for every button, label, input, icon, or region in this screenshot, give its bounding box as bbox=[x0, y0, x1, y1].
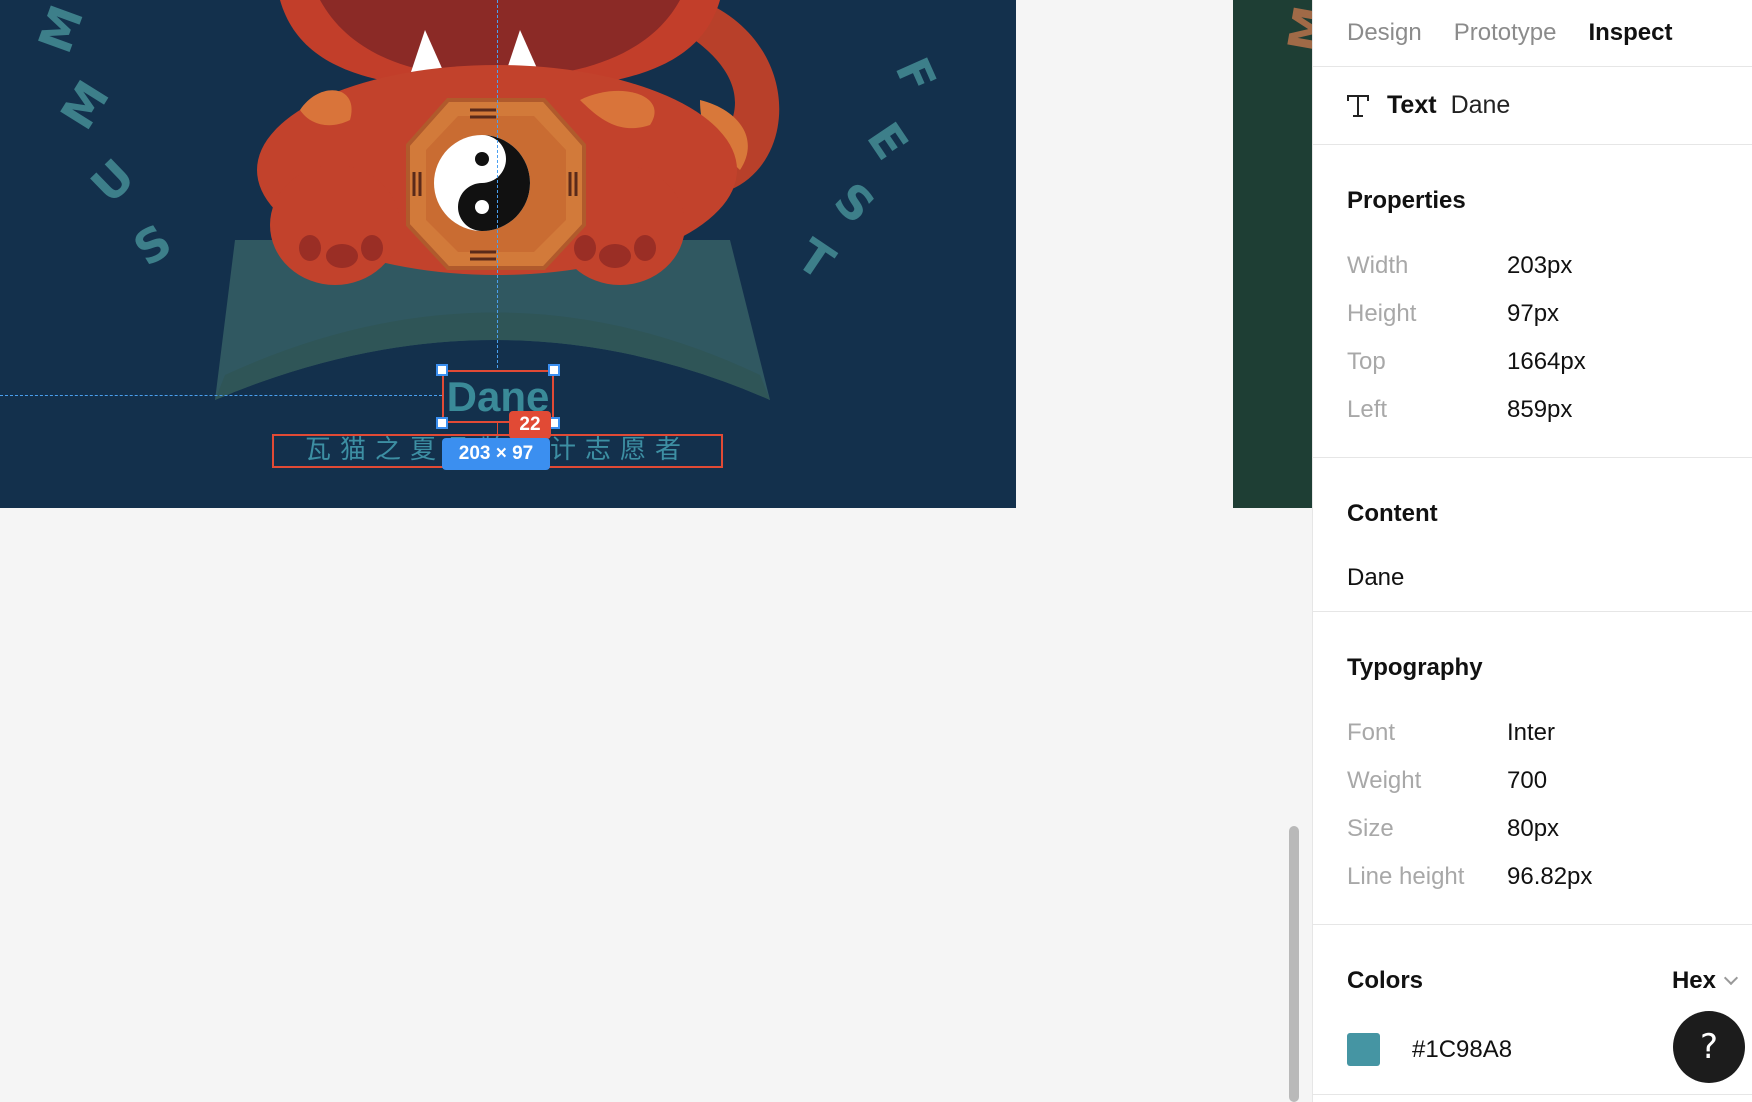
property-value[interactable]: 859px bbox=[1507, 396, 1572, 424]
typography-section: Typography Font Inter Weight 700 Size 80… bbox=[1313, 612, 1752, 925]
property-row: Weight 700 bbox=[1347, 757, 1752, 805]
property-row: Left 859px bbox=[1347, 386, 1752, 434]
section-title: Properties bbox=[1347, 187, 1466, 214]
property-label: Size bbox=[1347, 815, 1394, 842]
inspect-panel: Design Prototype Inspect Text Dane Prope… bbox=[1312, 0, 1752, 1102]
property-label: Line height bbox=[1347, 863, 1465, 890]
content-section: Content Dane bbox=[1313, 458, 1752, 612]
chevron-down-icon bbox=[1723, 970, 1739, 986]
property-value[interactable]: 1664px bbox=[1507, 348, 1586, 376]
property-value[interactable]: 700 bbox=[1507, 767, 1547, 795]
color-hex-value[interactable]: #1C98A8 bbox=[1412, 1036, 1512, 1064]
property-label: Width bbox=[1347, 252, 1409, 279]
help-button[interactable]: ? bbox=[1673, 1011, 1745, 1083]
property-label: Font bbox=[1347, 719, 1396, 746]
property-value[interactable]: Inter bbox=[1507, 719, 1555, 747]
color-swatch bbox=[1347, 1033, 1380, 1066]
resize-handle-top-right[interactable] bbox=[548, 364, 560, 376]
property-row: Width 203px bbox=[1347, 242, 1752, 290]
property-value[interactable]: 97px bbox=[1507, 300, 1559, 328]
property-label: Top bbox=[1347, 348, 1386, 375]
property-label: Height bbox=[1347, 300, 1417, 327]
property-row: Font Inter bbox=[1347, 709, 1752, 757]
guide-line-vertical bbox=[497, 0, 498, 368]
layer-header: Text Dane bbox=[1313, 67, 1752, 145]
canvas-scrollbar[interactable] bbox=[1289, 826, 1299, 1102]
distance-badge: 22 bbox=[509, 411, 551, 439]
size-badge: 203 × 97 bbox=[442, 438, 550, 470]
property-label: Left bbox=[1347, 396, 1388, 423]
property-value[interactable]: 203px bbox=[1507, 252, 1572, 280]
side-letter: M bbox=[1277, 1, 1312, 57]
property-value[interactable]: 96.82px bbox=[1507, 863, 1592, 891]
property-row: Size 80px bbox=[1347, 805, 1752, 853]
color-format-dropdown[interactable]: Hex bbox=[1671, 967, 1739, 995]
resize-handle-bottom-left[interactable] bbox=[436, 417, 448, 429]
tab-inspect[interactable]: Inspect bbox=[1588, 19, 1672, 47]
content-text[interactable]: Dane bbox=[1347, 564, 1752, 592]
artboard-side[interactable]: M bbox=[1233, 0, 1312, 508]
section-title: Typography bbox=[1347, 654, 1483, 681]
design-canvas[interactable]: M M U S F E S T 瓦猫之夏品牌设计志愿者 Dane 22 203 … bbox=[0, 0, 1312, 1102]
artboard-main[interactable]: M M U S F E S T 瓦猫之夏品牌设计志愿者 Dane 22 203 … bbox=[0, 0, 1016, 508]
text-type-icon bbox=[1347, 93, 1371, 119]
layer-kind: Text bbox=[1387, 91, 1437, 119]
property-row: Top 1664px bbox=[1347, 338, 1752, 386]
panel-tabs: Design Prototype Inspect bbox=[1313, 0, 1752, 67]
resize-handle-top-left[interactable] bbox=[436, 364, 448, 376]
layer-name: Dane bbox=[1450, 91, 1511, 119]
property-row: Line height 96.82px bbox=[1347, 853, 1752, 901]
property-row: Height 97px bbox=[1347, 290, 1752, 338]
guide-line-horizontal bbox=[0, 395, 442, 396]
property-value[interactable]: 80px bbox=[1507, 815, 1559, 843]
property-label: Weight bbox=[1347, 767, 1422, 794]
tab-prototype[interactable]: Prototype bbox=[1454, 19, 1557, 47]
color-format-label: Hex bbox=[1671, 967, 1716, 994]
properties-section: Properties Width 203px Height 97px Top 1… bbox=[1313, 145, 1752, 458]
section-title: Content bbox=[1347, 500, 1438, 527]
tab-design[interactable]: Design bbox=[1347, 19, 1422, 47]
